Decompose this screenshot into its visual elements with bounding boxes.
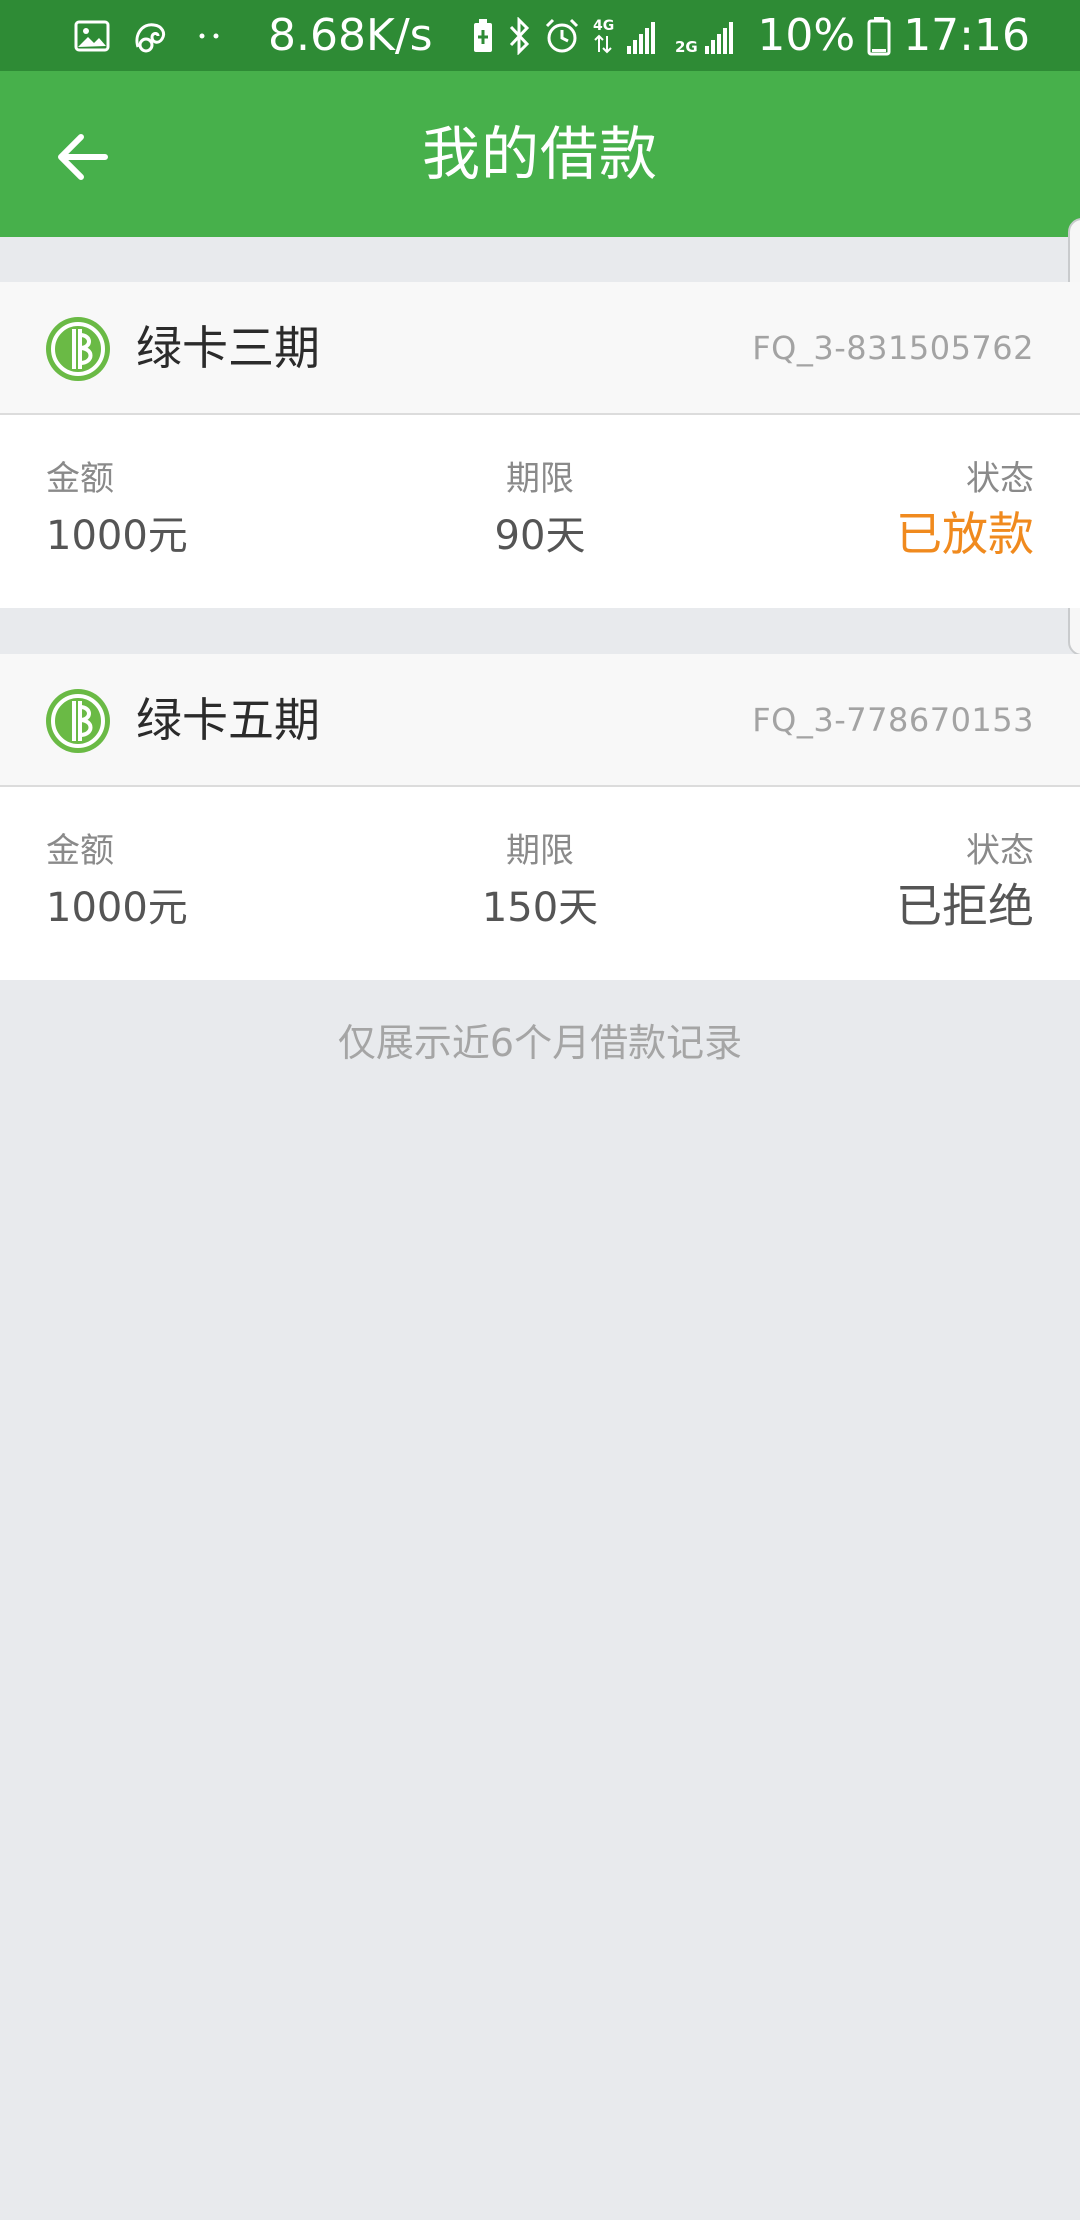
network-4g-signal: 4G (593, 16, 663, 56)
status-value: 已拒绝 (896, 879, 1034, 933)
status-bar-left: 8.68K/s (74, 10, 433, 61)
loan-card-body: 金额 1000元 期限 90天 状态 已放款 (0, 415, 1080, 608)
footer-note: 仅展示近6个月借款记录 (337, 1021, 743, 1065)
network-speed: 8.68K/s (268, 10, 433, 61)
loan-card-body: 金额 1000元 期限 150天 状态 已拒绝 (0, 787, 1080, 980)
loan-id: FQ_3-778670153 (752, 701, 1034, 739)
loan-card[interactable]: 绿卡五期 FQ_3-778670153 金额 1000元 期限 150天 状态 … (0, 654, 1080, 980)
battery-saver-icon (471, 18, 495, 54)
status-bar: 8.68K/s 4G 2G 10% 17:16 (0, 0, 1080, 71)
bluetooth-icon (507, 16, 531, 55)
alarm-icon (543, 17, 581, 55)
loan-product-name: 绿卡五期 (136, 693, 320, 747)
status-label: 状态 (966, 459, 1034, 499)
dots-icon (194, 31, 226, 41)
green-card-logo-icon (46, 689, 110, 753)
loan-product-name: 绿卡三期 (136, 321, 320, 375)
status-column: 状态 已放款 (896, 457, 1034, 561)
network-2g-signal: 2G (675, 16, 745, 56)
loan-card-header: 绿卡三期 FQ_3-831505762 (0, 282, 1080, 415)
battery-icon (867, 16, 891, 56)
clock: 17:16 (903, 10, 1030, 61)
status-bar-right: 4G 2G 10% 17:16 (471, 10, 1030, 61)
status-label: 状态 (966, 831, 1034, 871)
uc-browser-icon (132, 17, 172, 55)
loan-id: FQ_3-831505762 (752, 329, 1034, 367)
loan-card[interactable]: 绿卡三期 FQ_3-831505762 金额 1000元 期限 90天 状态 已… (0, 282, 1080, 608)
network-4g-label: 4G (593, 18, 614, 34)
loan-card-header: 绿卡五期 FQ_3-778670153 (0, 654, 1080, 787)
battery-percent: 10% (757, 10, 856, 61)
status-column: 状态 已拒绝 (896, 829, 1034, 933)
image-icon (74, 20, 110, 52)
network-2g-label: 2G (675, 38, 698, 56)
page-title: 我的借款 (421, 120, 658, 188)
green-card-logo-icon (46, 317, 110, 381)
status-value: 已放款 (896, 507, 1034, 561)
app-header: 我的借款 (0, 71, 1080, 237)
